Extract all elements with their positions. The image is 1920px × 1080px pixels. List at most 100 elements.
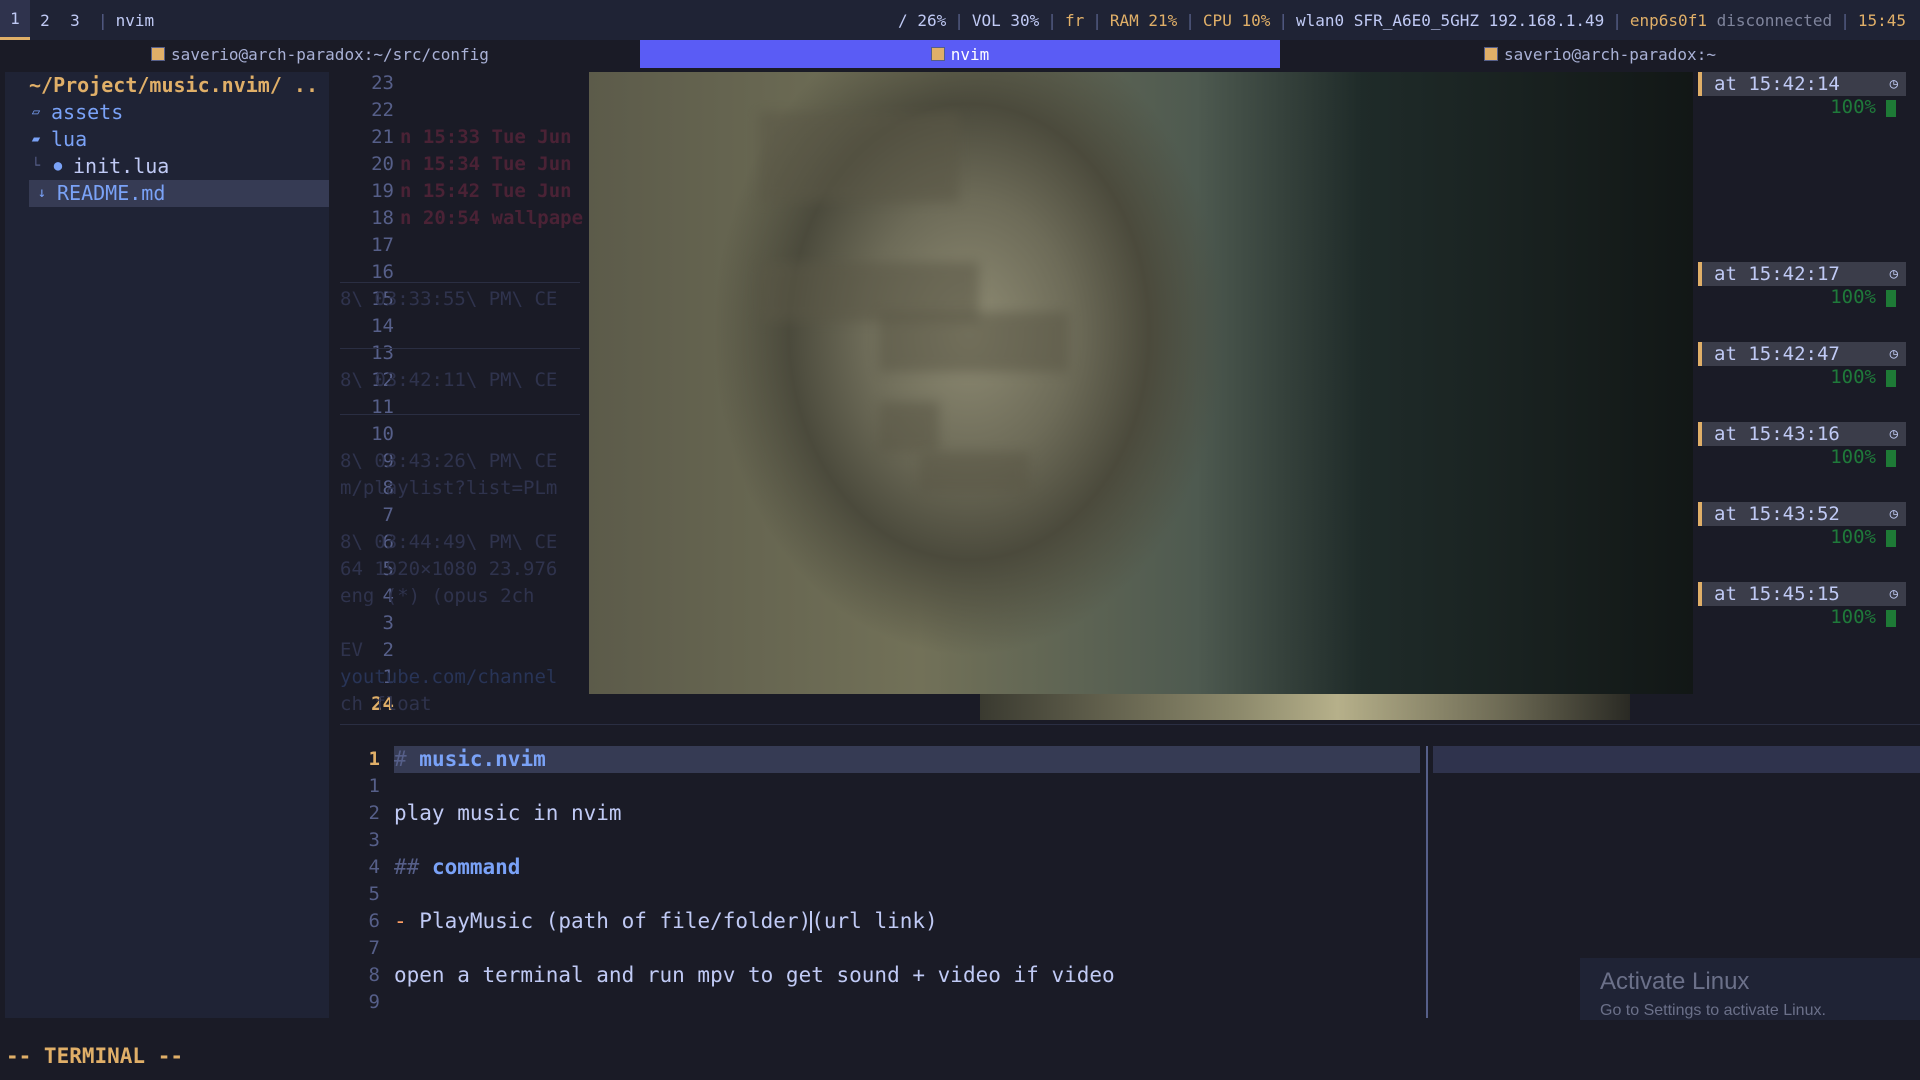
notification-level: 100% bbox=[1698, 366, 1906, 390]
folder-open-icon: ▱ bbox=[31, 104, 41, 120]
volume-status[interactable]: VOL 30% bbox=[972, 11, 1039, 30]
notification: at 15:42:17 ◷ 100% bbox=[1698, 262, 1906, 310]
notification: at 15:42:47 ◷ 100% bbox=[1698, 342, 1906, 390]
clock-icon: ◷ bbox=[1889, 426, 1898, 442]
separator: | bbox=[98, 10, 108, 30]
editor-line[interactable]: 2 play music in nvim bbox=[340, 800, 1420, 827]
clock: 15:45 bbox=[1857, 10, 1906, 30]
editor-line[interactable]: 4 ## command bbox=[340, 854, 1420, 881]
workspace-2[interactable]: 2 bbox=[30, 0, 60, 40]
separator: | bbox=[1047, 10, 1057, 30]
faded-output-line: EV bbox=[340, 639, 363, 661]
file-tree: ~/Project/music.nvim/ .. ▱ assets ▰ lua … bbox=[5, 72, 329, 1018]
notification: at 15:43:16 ◷ 100% bbox=[1698, 422, 1906, 470]
faded-output-line: ch float bbox=[340, 693, 432, 715]
readme-editor[interactable]: 1 # music.nvim 1 2 play music in nvim 3 … bbox=[340, 746, 1430, 1018]
faded-output-line: 8\ 03:42:11\ PM\ CE bbox=[340, 369, 558, 391]
faded-output-line: m/playlist?list=PLm bbox=[340, 477, 558, 499]
clock-icon: ◷ bbox=[1889, 586, 1898, 602]
tab-home-shell[interactable]: saverio@arch-paradox:~ bbox=[1280, 40, 1920, 68]
faded-output-line: 8\ 03:33:55\ PM\ CE bbox=[340, 288, 558, 310]
terminal-icon bbox=[930, 47, 945, 61]
faded-output-line: n 15:42 Tue Jun bbox=[400, 180, 572, 202]
faded-output-line: 64 1920×1080 23.976 bbox=[340, 558, 558, 580]
video-bottom-strip bbox=[980, 694, 1630, 720]
workspace-1[interactable]: 1 bbox=[0, 0, 30, 40]
video-frame-detail bbox=[879, 402, 939, 452]
faded-output-line: n 15:34 Tue Jun bbox=[400, 153, 572, 175]
ethernet-state: disconnected bbox=[1716, 10, 1833, 30]
faded-output-line: youtube.com/channel bbox=[340, 666, 558, 688]
relative-line-number: 10 bbox=[371, 423, 394, 445]
separator: | bbox=[1612, 10, 1622, 30]
faded-output-line: eng (*) (opus 2ch bbox=[340, 585, 535, 607]
cpu-status: CPU 10% bbox=[1202, 10, 1271, 30]
video-frame-detail bbox=[759, 112, 959, 202]
terminal-tab-bar: saverio@arch-paradox:~/src/config nvim s… bbox=[0, 40, 1920, 68]
faded-output-line: 8\ 03:43:26\ PM\ CE bbox=[340, 450, 558, 472]
relative-line-number: 14 bbox=[371, 315, 394, 337]
relative-line-number: 22 bbox=[371, 99, 394, 121]
relative-line-number: 7 bbox=[382, 504, 394, 526]
battery-icon bbox=[1886, 530, 1896, 547]
notification-level: 100% bbox=[1698, 526, 1906, 550]
editor-line[interactable]: 9 bbox=[340, 989, 1420, 1016]
window-title: nvim bbox=[115, 10, 155, 30]
keymap-status: fr bbox=[1064, 10, 1085, 30]
editor-line[interactable]: 3 bbox=[340, 827, 1420, 854]
command-line: -- TERMINAL -- bbox=[0, 1020, 1920, 1080]
notification-time: at 15:43:52 ◷ bbox=[1698, 502, 1906, 526]
separator: | bbox=[1278, 10, 1288, 30]
battery-icon bbox=[1886, 450, 1896, 467]
video-frame-detail bbox=[919, 452, 1029, 492]
editor-line[interactable]: 7 bbox=[340, 935, 1420, 962]
top-status-bar: 1 2 3 | nvim / 26% | VOL 30% | fr | RAM … bbox=[0, 0, 1920, 40]
editor-line[interactable]: 6 - PlayMusic (path of file/folder)(url … bbox=[340, 908, 1420, 935]
mode-indicator: -- TERMINAL -- bbox=[6, 1044, 184, 1068]
tab-nvim[interactable]: nvim bbox=[640, 40, 1280, 68]
separator: | bbox=[1185, 10, 1195, 30]
notification-level: 100% bbox=[1698, 606, 1906, 630]
watermark-title: Activate Linux bbox=[1600, 968, 1750, 995]
terminal-pane[interactable]: 23 22 21 20 19 18 17 16 15 14 13 12 11 10 9 8 7 6 5 4 3 2 1 24 … bbox=[340, 72, 1920, 720]
tree-branch-icon: └ bbox=[31, 158, 41, 174]
editor-line[interactable]: 1 bbox=[340, 773, 1420, 800]
right-split-cursorline bbox=[1433, 746, 1920, 773]
tree-item-init-lua[interactable]: └ ● init.lua bbox=[5, 153, 329, 180]
notification-level: 100% bbox=[1698, 446, 1906, 470]
tree-item-readme[interactable]: ↓ README.md bbox=[29, 180, 329, 207]
battery-icon bbox=[1886, 290, 1896, 307]
faded-output-line: n 15:33 Tue Jun bbox=[400, 126, 572, 148]
vertical-split-separator[interactable] bbox=[1426, 746, 1428, 1018]
faded-output-line: 8\ 03:44:49\ PM\ CE bbox=[340, 531, 558, 553]
terminal-icon bbox=[151, 47, 166, 61]
pane-divider bbox=[340, 724, 1920, 725]
tree-root-path[interactable]: ~/Project/music.nvim/ .. bbox=[5, 72, 329, 99]
separator: | bbox=[1092, 10, 1102, 30]
clock-icon: ◷ bbox=[1889, 506, 1898, 522]
tree-item-assets[interactable]: ▱ assets bbox=[5, 99, 329, 126]
status-blocks: / 26% | VOL 30% | fr | RAM 21% | CPU 10%… bbox=[898, 11, 1920, 30]
divider bbox=[340, 348, 580, 349]
ram-status: RAM 21% bbox=[1109, 10, 1178, 30]
markdown-file-icon: ↓ bbox=[37, 185, 47, 201]
editor-line[interactable]: 1 # music.nvim bbox=[340, 746, 1420, 773]
disk-status: / 26% bbox=[898, 10, 947, 30]
editor-line[interactable]: 8 open a terminal and run mpv to get sou… bbox=[340, 962, 1420, 989]
relative-line-number: 23 bbox=[371, 72, 394, 94]
notification: at 15:43:52 ◷ 100% bbox=[1698, 502, 1906, 550]
battery-icon bbox=[1886, 370, 1896, 387]
notification-time: at 15:42:14 ◷ bbox=[1698, 72, 1906, 96]
mpv-video-window[interactable] bbox=[589, 72, 1693, 694]
notification-time: at 15:42:17 ◷ bbox=[1698, 262, 1906, 286]
divider bbox=[340, 414, 580, 415]
ethernet-iface: enp6s0f1 bbox=[1629, 10, 1707, 30]
separator: | bbox=[954, 10, 964, 30]
notification-time: at 15:42:47 ◷ bbox=[1698, 342, 1906, 366]
tab-config-shell[interactable]: saverio@arch-paradox:~/src/config bbox=[0, 40, 640, 68]
clock-icon: ◷ bbox=[1889, 346, 1898, 362]
tree-item-lua[interactable]: ▰ lua bbox=[5, 126, 329, 153]
editor-line[interactable]: 5 bbox=[340, 881, 1420, 908]
video-frame-detail bbox=[879, 312, 1069, 372]
workspace-3[interactable]: 3 bbox=[60, 0, 90, 40]
